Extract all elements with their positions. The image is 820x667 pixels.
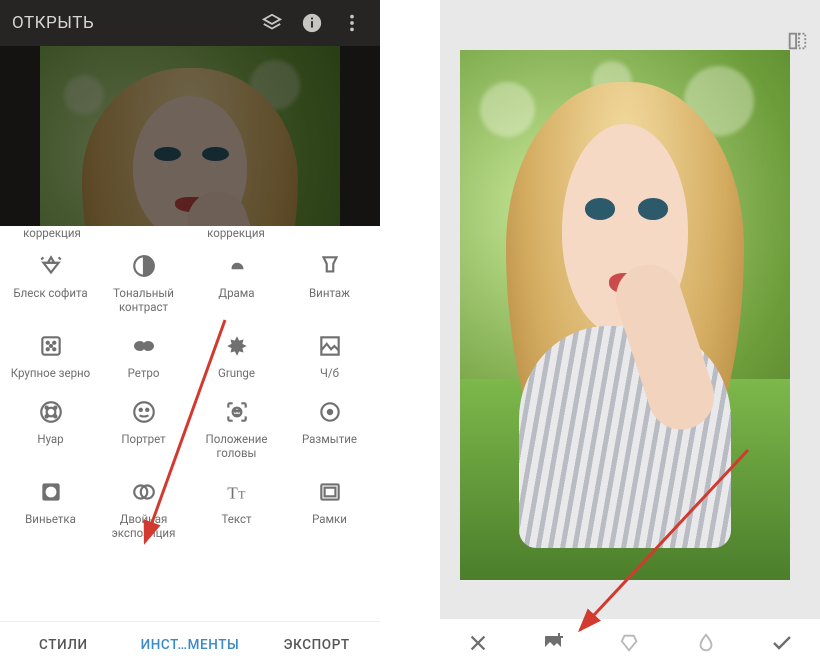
tool-head-pose[interactable]: Положение головы (190, 396, 283, 462)
editor-toolbar (440, 619, 820, 667)
glow-icon (37, 252, 65, 280)
overflow-menu-icon[interactable] (332, 12, 372, 34)
tool-label: Положение головы (190, 432, 283, 460)
tool-label: Размытие (302, 432, 357, 446)
vignette-icon (37, 478, 65, 506)
tab-export[interactable]: ЭКСПОРТ (253, 622, 380, 667)
tab-tools[interactable]: ИНСТ…МЕНТЫ (127, 622, 254, 667)
noir-icon (37, 398, 65, 426)
main-photo (460, 50, 790, 580)
tool-blur[interactable]: Размытие (283, 396, 376, 462)
tool-vignette[interactable]: Виньетка (4, 476, 97, 542)
tool-label: Двойная экспозиция (97, 512, 190, 540)
tools-screen: ОТКРЫТЬ коррекция коррекция (0, 0, 380, 667)
tool-label: Винтаж (309, 286, 350, 300)
tonal-contrast-icon (130, 252, 158, 280)
partial-label (100, 226, 188, 240)
double-exposure-screen (440, 0, 820, 667)
canvas-area (440, 0, 820, 620)
tool-label: Ч/б (320, 366, 339, 380)
tool-drama[interactable]: Драма (190, 250, 283, 316)
tool-tonal-contrast[interactable]: Тональный контраст (97, 250, 190, 316)
preview-photo (40, 46, 340, 226)
tool-frames[interactable]: Рамки (283, 476, 376, 542)
bw-icon (316, 332, 344, 360)
dimmed-preview (0, 46, 380, 226)
head-pose-icon (223, 398, 251, 426)
tool-retrolux[interactable]: Ретро (97, 330, 190, 382)
tool-noir[interactable]: Нуар (4, 396, 97, 462)
tool-label: Grunge (218, 366, 255, 380)
tool-bw[interactable]: Ч/б (283, 330, 376, 382)
bottom-tabs: СТИЛИ ИНСТ…МЕНТЫ ЭКСПОРТ (0, 621, 380, 667)
tool-label: Портрет (121, 432, 165, 446)
drama-icon (223, 252, 251, 280)
open-button[interactable]: ОТКРЫТЬ (8, 13, 252, 33)
tool-label: Тональный контраст (97, 286, 190, 314)
opacity-button[interactable] (684, 621, 728, 665)
tool-label: Ретро (128, 366, 160, 380)
blend-mode-button[interactable] (608, 621, 652, 665)
tool-grunge[interactable]: Grunge (190, 330, 283, 382)
tool-label: Нуар (37, 432, 63, 446)
layers-icon[interactable] (252, 12, 292, 34)
svg-text:T: T (227, 484, 238, 503)
partial-row: коррекция коррекция (0, 226, 380, 248)
cancel-button[interactable] (456, 621, 500, 665)
tool-text[interactable]: TT Текст (190, 476, 283, 542)
tool-label: Рамки (312, 512, 347, 526)
blur-icon (316, 398, 344, 426)
svg-text:T: T (238, 488, 246, 502)
apply-button[interactable] (760, 621, 804, 665)
portrait-icon (130, 398, 158, 426)
tool-label: Виньетка (25, 512, 76, 526)
tool-double-exposure[interactable]: Двойная экспозиция (97, 476, 190, 542)
info-icon[interactable] (292, 12, 332, 34)
partial-label (284, 226, 372, 240)
tool-vintage[interactable]: Винтаж (283, 250, 376, 316)
tool-label: Драма (218, 286, 254, 300)
tool-portrait[interactable]: Портрет (97, 396, 190, 462)
grunge-icon (223, 332, 251, 360)
vintage-icon (316, 252, 344, 280)
compare-icon[interactable] (786, 30, 808, 52)
partial-label: коррекция (8, 226, 96, 240)
tool-grainy-film[interactable]: Крупное зерно (4, 330, 97, 382)
tools-panel: коррекция коррекция Блеск софита Тональн… (0, 226, 380, 620)
text-icon: TT (223, 478, 251, 506)
tab-styles[interactable]: СТИЛИ (0, 622, 127, 667)
double-exposure-icon (130, 478, 158, 506)
tool-label: Крупное зерно (11, 366, 90, 380)
partial-label: коррекция (192, 226, 280, 240)
retro-icon (130, 332, 158, 360)
frames-icon (316, 478, 344, 506)
photo-frame[interactable] (460, 50, 790, 580)
tool-glamour-glow[interactable]: Блеск софита (4, 250, 97, 316)
grain-icon (37, 332, 65, 360)
topbar: ОТКРЫТЬ (0, 0, 380, 46)
add-image-button[interactable] (532, 621, 576, 665)
tool-label: Блеск софита (13, 286, 87, 300)
tool-label: Текст (221, 512, 251, 526)
